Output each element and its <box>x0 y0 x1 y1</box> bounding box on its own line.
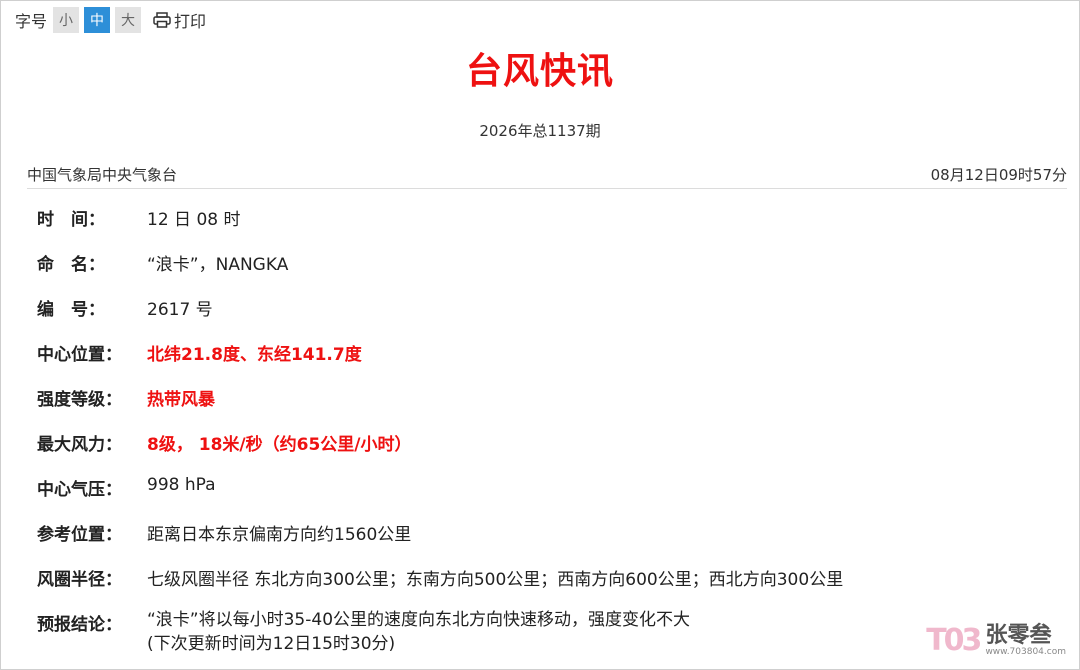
field-value: 2617 号 <box>147 300 213 320</box>
field-label: 参考位置： <box>37 525 122 545</box>
font-size-small-button[interactable]: 小 <box>53 7 80 33</box>
field-value: 距离日本东京偏南方向约1560公里 <box>147 525 412 545</box>
field-value: “浪卡”，NANGKA <box>147 255 289 275</box>
meta-row: 中国气象局中央气象台 08月12日09时57分 <box>27 162 1067 189</box>
field-label: 强度等级： <box>37 390 122 410</box>
font-size-label: 字号 <box>15 12 48 31</box>
field-label: 中心气压： <box>37 480 122 500</box>
issue-number: 2026年总1137期 <box>479 122 601 140</box>
page-title: 台风快讯 <box>465 51 614 92</box>
field-value: 998 hPa <box>147 475 216 495</box>
field-label: 时 间： <box>37 210 105 230</box>
field-value: 8级， 18米/秒（约65公里/小时） <box>147 435 412 455</box>
field-label: 编 号： <box>37 300 105 320</box>
printer-icon <box>153 12 171 28</box>
forecast-text: “浪卡”将以每小时35-40公里的速度向东北方向快速移动，强度变化不大 <box>147 610 691 630</box>
field-value: 热带风暴 <box>147 390 215 410</box>
font-size-medium-button[interactable]: 中 <box>84 7 111 33</box>
publish-time: 08月12日09时57分 <box>930 166 1067 184</box>
font-size-large-button[interactable]: 大 <box>115 7 142 33</box>
field-label: 风圈半径： <box>37 570 122 590</box>
watermark-logo: T03 <box>926 623 982 658</box>
forecast-value: “浪卡”将以每小时35-40公里的速度向东北方向快速移动，强度变化不大 (下次更… <box>147 608 690 656</box>
field-label: 命 名： <box>37 255 105 275</box>
font-size-toolbar: 字号 小 中 大 打印 <box>15 7 206 33</box>
watermark-name: 张零叁 <box>985 622 1052 648</box>
watermark-url: www.703804.com <box>985 646 1066 657</box>
watermark: T03 张零叁 www.703804.com <box>926 623 1066 658</box>
watermark-text: 张零叁 www.703804.com <box>985 622 1066 657</box>
print-button[interactable]: 打印 <box>153 8 206 32</box>
field-label: 预报结论： <box>37 615 122 635</box>
field-label: 最大风力： <box>37 435 122 455</box>
field-value: 七级风圈半径 东北方向300公里；东南方向500公里；西南方向600公里；西北方… <box>147 570 844 590</box>
field-value: 北纬21.8度、东经141.7度 <box>147 345 362 365</box>
field-value: 12 日 08 时 <box>147 210 241 230</box>
print-label: 打印 <box>174 12 207 31</box>
field-label: 中心位置： <box>37 345 122 365</box>
next-update-text: (下次更新时间为12日15时30分) <box>147 634 396 654</box>
source-agency: 中国气象局中央气象台 <box>27 166 178 184</box>
